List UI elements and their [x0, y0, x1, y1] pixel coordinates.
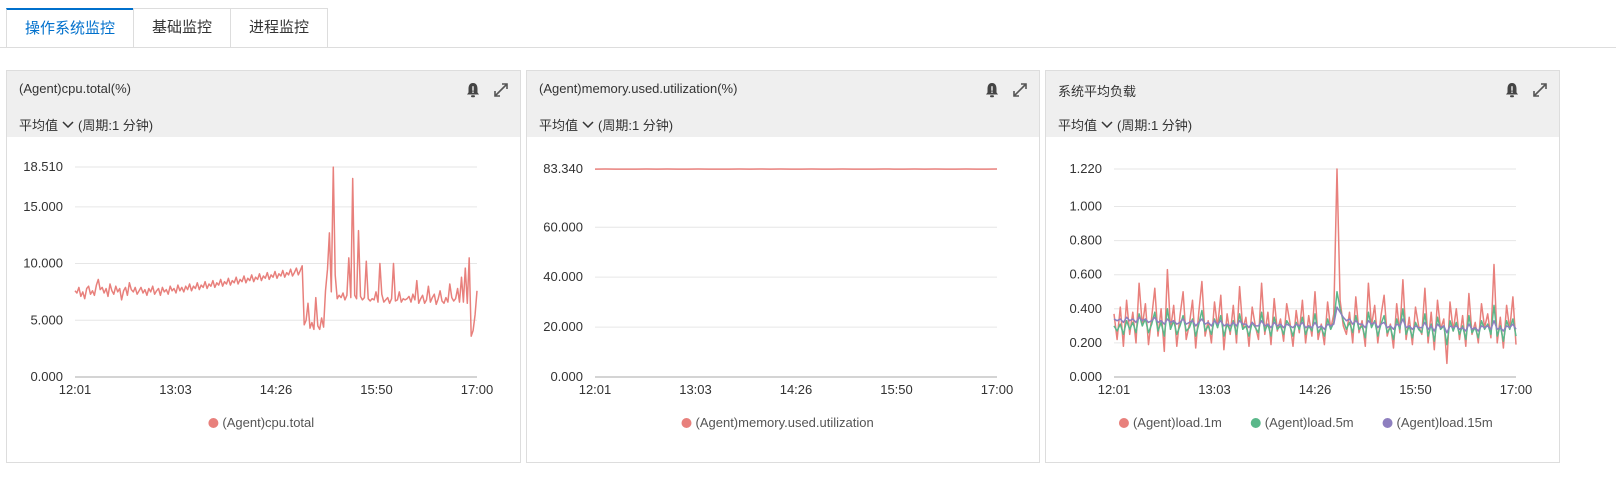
series-line	[74, 166, 478, 337]
legend-label: (Agent)cpu.total	[222, 415, 314, 430]
x-tick-label: 14:26	[260, 382, 293, 397]
y-tick-label: 10.000	[23, 256, 63, 271]
load-line-chart: 0.0000.2000.4000.6000.8001.0001.22012:01…	[1069, 161, 1533, 430]
x-tick-label: 14:26	[1299, 382, 1332, 397]
y-tick-label: 18.510	[23, 159, 63, 174]
fullscreen-icon[interactable]	[1011, 81, 1029, 99]
y-tick-label: 5.000	[30, 312, 63, 327]
chevron-down-icon	[582, 120, 594, 128]
legend-swatch	[1382, 418, 1393, 428]
period-label: (周期:1 分钟)	[1117, 118, 1193, 133]
aggregation-dropdown[interactable]: 平均值 (周期:1 分钟)	[539, 115, 673, 134]
fullscreen-icon[interactable]	[1531, 81, 1549, 99]
y-tick-label: 60.000	[543, 219, 583, 234]
panel-header: (Agent)memory.used.utilization(%) 平均值 (周…	[527, 71, 1039, 137]
chevron-down-icon	[1101, 120, 1113, 128]
alarm-bell-icon[interactable]	[464, 81, 482, 99]
aggregation-dropdown[interactable]: 平均值 (周期:1 分钟)	[1058, 115, 1192, 134]
period-label: (周期:1 分钟)	[78, 118, 154, 133]
tab-divider	[0, 47, 1616, 48]
legend-item: (Agent)load.15m	[1382, 415, 1493, 430]
legend-item: (Agent)load.1m	[1118, 415, 1222, 430]
legend-swatch	[1118, 418, 1129, 428]
legend-label: (Agent)memory.used.utilization	[696, 415, 874, 430]
panel-title: (Agent)memory.used.utilization(%)	[539, 81, 738, 96]
x-tick-label: 13:03	[1198, 382, 1231, 397]
legend-label: (Agent)load.5m	[1265, 415, 1354, 430]
chart-panel-memory: (Agent)memory.used.utilization(%) 平均值 (周…	[526, 70, 1040, 463]
fullscreen-icon[interactable]	[492, 81, 510, 99]
panel-header: 系统平均负载 平均值 (周期:1 分钟)	[1046, 71, 1559, 137]
chart-panel-load: 系统平均负载 平均值 (周期:1 分钟) 0.000 0.200 0.400 0.60…	[1045, 70, 1560, 463]
x-tick-label: 17:00	[1500, 382, 1533, 397]
legend-swatch	[1250, 418, 1261, 428]
tab-os-monitor[interactable]: 操作系统监控	[6, 8, 135, 47]
y-tick-label: 0.600	[1069, 267, 1102, 282]
alarm-bell-icon[interactable]	[983, 81, 1001, 99]
legend-swatch	[681, 418, 692, 428]
legend-label: (Agent)load.15m	[1397, 415, 1493, 430]
x-tick-label: 14:26	[780, 382, 813, 397]
aggregation-label: 平均值	[19, 118, 59, 133]
tab-bar: 操作系统监控 基础监控 进程监控	[6, 8, 329, 48]
x-tick-label: 17:00	[981, 382, 1014, 397]
x-tick-label: 12:01	[1098, 382, 1131, 397]
x-tick-label: 15:50	[880, 382, 913, 397]
y-tick-label: 0.800	[1069, 233, 1102, 248]
y-tick-label: 1.220	[1069, 161, 1102, 176]
x-tick-label: 12:01	[59, 382, 92, 397]
chevron-down-icon	[62, 120, 74, 128]
y-tick-label: 83.340	[543, 161, 583, 176]
alarm-bell-icon[interactable]	[1503, 81, 1521, 99]
aggregation-label: 平均值	[539, 118, 579, 133]
tab-basic-monitor[interactable]: 基础监控	[133, 8, 232, 47]
y-tick-label: 0.200	[1069, 335, 1102, 350]
legend-item: (Agent)memory.used.utilization	[681, 415, 874, 430]
memory-line-chart: 0.00020.00040.00060.00083.34012:01 13:03 1…	[543, 161, 1014, 430]
panel-header: (Agent)cpu.total(%) 平均值 (周期:1 分钟)	[7, 71, 520, 137]
x-tick-label: 13:03	[679, 382, 712, 397]
y-tick-label: 15.000	[23, 199, 63, 214]
cpu-line-chart: 0.0005.00010.00015.00018.51012:01 13:03 14…	[23, 159, 494, 430]
panel-title: 系统平均负载	[1058, 84, 1137, 99]
chart-panel-cpu: (Agent)cpu.total(%) 平均值 (周期:1 分钟) 0.000 5…	[6, 70, 521, 463]
y-tick-label: 1.000	[1069, 199, 1102, 214]
y-tick-label: 40.000	[543, 269, 583, 284]
legend-swatch	[208, 418, 219, 428]
period-label: (周期:1 分钟)	[598, 118, 674, 133]
aggregation-label: 平均值	[1058, 118, 1098, 133]
aggregation-dropdown[interactable]: 平均值 (周期:1 分钟)	[19, 115, 153, 134]
x-tick-label: 17:00	[461, 382, 494, 397]
x-tick-label: 15:50	[1399, 382, 1432, 397]
x-tick-label: 12:01	[579, 382, 612, 397]
legend-item: (Agent)load.5m	[1250, 415, 1354, 430]
tab-process-monitor[interactable]: 进程监控	[230, 8, 329, 47]
legend-label: (Agent)load.1m	[1133, 415, 1222, 430]
legend-item: (Agent)cpu.total	[208, 415, 314, 430]
y-tick-label: 20.000	[543, 319, 583, 334]
series-line	[1113, 168, 1517, 365]
x-tick-label: 15:50	[360, 382, 393, 397]
panel-title: (Agent)cpu.total(%)	[19, 81, 131, 96]
x-tick-label: 13:03	[159, 382, 192, 397]
y-tick-label: 0.400	[1069, 301, 1102, 316]
